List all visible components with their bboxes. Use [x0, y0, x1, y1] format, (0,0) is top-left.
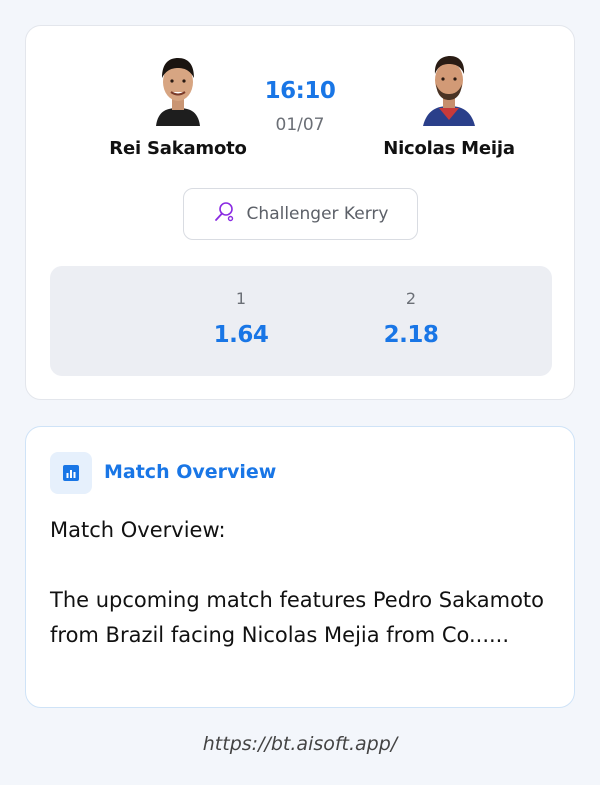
tournament-badge[interactable]: Challenger Kerry [183, 188, 418, 240]
footer-url[interactable]: https://bt.aisoft.app/ [0, 733, 600, 755]
page: Rei Sakamoto 16:10 01/07 Nicolas Meija C… [0, 0, 600, 785]
player2[interactable]: Nicolas Meija [349, 50, 549, 159]
odds-home-label: 1 [235, 289, 247, 308]
match-time: 16:10 [264, 78, 336, 104]
match-card[interactable]: Rei Sakamoto 16:10 01/07 Nicolas Meija C… [25, 25, 575, 400]
odds-panel: 1 1.64 2 2.18 [50, 266, 552, 376]
odds-away-label: 2 [405, 289, 417, 308]
player1[interactable]: Rei Sakamoto [78, 50, 278, 159]
odds-home-value: 1.64 [213, 322, 269, 348]
player2-name: Nicolas Meija [383, 138, 515, 159]
match-date: 01/07 [275, 115, 325, 135]
tournament-name: Challenger Kerry [246, 204, 389, 224]
bar-chart-icon [50, 452, 92, 494]
player1-avatar [148, 50, 208, 126]
overview-title: Match Overview [104, 461, 277, 483]
odds-away-value: 2.18 [383, 322, 439, 348]
overview-card[interactable]: Match Overview Match Overview: The upcom… [25, 426, 575, 708]
player2-avatar [419, 50, 479, 126]
player1-name: Rei Sakamoto [109, 138, 247, 159]
overview-text: Match Overview: The upcoming match featu… [50, 518, 545, 647]
tennis-racket-icon [213, 201, 235, 227]
